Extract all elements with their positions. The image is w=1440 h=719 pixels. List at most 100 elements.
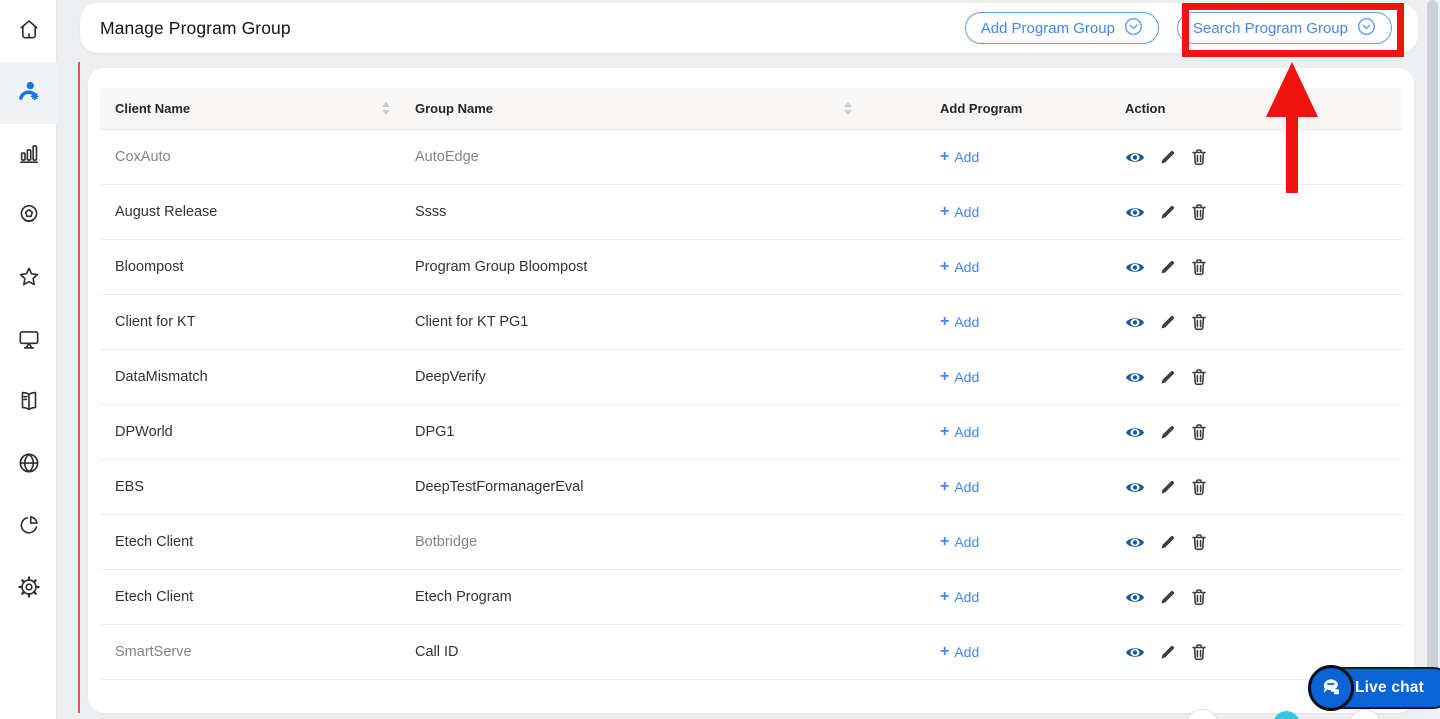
group-name-cell: Client for KT PG1 — [415, 314, 529, 330]
view-icon[interactable] — [1125, 150, 1145, 165]
view-icon[interactable] — [1125, 260, 1145, 275]
group-name-cell: DPG1 — [415, 424, 455, 440]
view-icon[interactable] — [1125, 370, 1145, 385]
view-icon[interactable] — [1125, 205, 1145, 220]
client-name-cell: CoxAuto — [115, 149, 171, 165]
plus-icon: + — [940, 588, 950, 605]
edit-icon[interactable] — [1160, 534, 1176, 550]
sidebar-item-reports[interactable] — [0, 124, 57, 186]
table-row: SmartServe Call ID + Add — [100, 625, 1402, 680]
group-name-cell: DeepVerify — [415, 369, 486, 385]
sidebar-item-quality[interactable] — [0, 186, 57, 248]
sidebar-item-global[interactable] — [0, 434, 57, 496]
sidebar-item-user-management[interactable] — [0, 62, 57, 124]
add-program-link[interactable]: + Add — [940, 148, 979, 166]
add-program-link[interactable]: + Add — [940, 369, 979, 386]
add-program-link[interactable]: + Add — [940, 478, 979, 496]
client-name-cell: SmartServe — [115, 644, 192, 660]
table-body: CoxAuto AutoEdge + Add August Release Ss… — [100, 130, 1402, 680]
delete-icon[interactable] — [1191, 313, 1207, 331]
page: { "header": { "title": "Manage Program G… — [0, 0, 1440, 719]
group-name-cell: Program Group Bloompost — [415, 259, 588, 275]
chevron-down-circle-icon — [1357, 17, 1376, 40]
add-program-link[interactable]: + Add — [940, 424, 979, 441]
delete-icon[interactable] — [1191, 588, 1207, 606]
settings-icon — [16, 574, 42, 605]
delete-icon[interactable] — [1191, 148, 1207, 166]
badge-icon — [16, 202, 42, 233]
sidebar — [0, 0, 57, 719]
sidebar-item-favorites[interactable] — [0, 248, 57, 310]
edit-icon[interactable] — [1160, 589, 1176, 605]
group-name-cell: DeepTestFormanagerEval — [415, 479, 584, 495]
delete-icon[interactable] — [1191, 643, 1207, 661]
client-name-cell: DataMismatch — [115, 369, 208, 385]
add-program-group-button[interactable]: Add Program Group — [964, 12, 1159, 44]
client-name-cell: Client for KT — [115, 314, 196, 330]
client-name-cell: DPWorld — [115, 424, 173, 440]
monitor-icon — [16, 326, 42, 357]
sidebar-item-settings[interactable] — [0, 558, 57, 620]
chat-bubble-icon — [1319, 674, 1343, 703]
sidebar-item-monitor[interactable] — [0, 310, 57, 372]
scrollbar-track[interactable] — [1425, 0, 1440, 719]
pie-chart-icon — [16, 512, 42, 543]
table-row: CoxAuto AutoEdge + Add — [100, 130, 1402, 185]
search-program-group-label: Search Program Group — [1192, 19, 1348, 37]
plus-icon: + — [940, 643, 950, 660]
page-header: Manage Program Group Add Program Group S… — [80, 3, 1418, 53]
delete-icon[interactable] — [1191, 368, 1207, 386]
view-icon[interactable] — [1125, 590, 1145, 605]
add-program-link[interactable]: + Add — [940, 259, 979, 276]
client-name-cell: Etech Client — [115, 534, 194, 550]
edit-icon[interactable] — [1160, 479, 1176, 495]
column-header-add-program: Add Program — [940, 101, 1023, 116]
add-program-link[interactable]: + Add — [940, 534, 979, 551]
edit-icon[interactable] — [1160, 314, 1176, 330]
delete-icon[interactable] — [1191, 533, 1207, 551]
add-program-link[interactable]: + Add — [940, 643, 979, 661]
sidebar-item-analytics[interactable] — [0, 496, 57, 558]
user-settings-icon — [16, 78, 42, 109]
delete-icon[interactable] — [1191, 203, 1207, 221]
edit-icon[interactable] — [1160, 369, 1176, 385]
program-group-table: Client Name Group Name Add Program Actio… — [88, 68, 1414, 713]
group-name-cell: Etech Program — [415, 589, 512, 605]
sidebar-item-home[interactable] — [0, 0, 57, 62]
table-row: DPWorld DPG1 + Add — [100, 405, 1402, 460]
plus-icon: + — [940, 148, 950, 165]
view-icon[interactable] — [1125, 315, 1145, 330]
view-icon[interactable] — [1125, 535, 1145, 550]
table-row: DataMismatch DeepVerify + Add — [100, 350, 1402, 405]
group-name-cell: Call ID — [415, 644, 459, 660]
plus-icon: + — [940, 478, 950, 495]
delete-icon[interactable] — [1191, 258, 1207, 276]
view-icon[interactable] — [1125, 425, 1145, 440]
search-program-group-button[interactable]: Search Program Group — [1176, 12, 1392, 44]
add-program-link[interactable]: + Add — [940, 314, 979, 331]
view-icon[interactable] — [1125, 480, 1145, 495]
table-row: EBS DeepTestFormanagerEval + Add — [100, 460, 1402, 515]
live-chat-label: Live chat — [1355, 679, 1424, 696]
view-icon[interactable] — [1125, 645, 1145, 660]
edit-icon[interactable] — [1160, 424, 1176, 440]
column-header-action: Action — [1125, 101, 1166, 116]
sort-icon[interactable] — [843, 101, 853, 116]
delete-icon[interactable] — [1191, 423, 1207, 441]
live-chat-button[interactable] — [1308, 665, 1354, 711]
edit-icon[interactable] — [1160, 259, 1176, 275]
sort-icon[interactable] — [381, 101, 391, 116]
home-icon — [16, 16, 42, 47]
add-program-link[interactable]: + Add — [940, 204, 979, 221]
delete-icon[interactable] — [1191, 478, 1207, 496]
edit-icon[interactable] — [1160, 149, 1176, 165]
add-program-link[interactable]: + Add — [940, 588, 979, 606]
edit-icon[interactable] — [1160, 204, 1176, 220]
client-name-cell: Etech Client — [115, 589, 194, 605]
bar-chart-icon — [16, 140, 42, 171]
scrollbar-thumb[interactable] — [1427, 0, 1438, 705]
edit-icon[interactable] — [1160, 644, 1176, 660]
client-name-cell: EBS — [115, 479, 145, 495]
sidebar-item-library[interactable] — [0, 372, 57, 434]
table-row: Client for KT Client for KT PG1 + Add — [100, 295, 1402, 350]
